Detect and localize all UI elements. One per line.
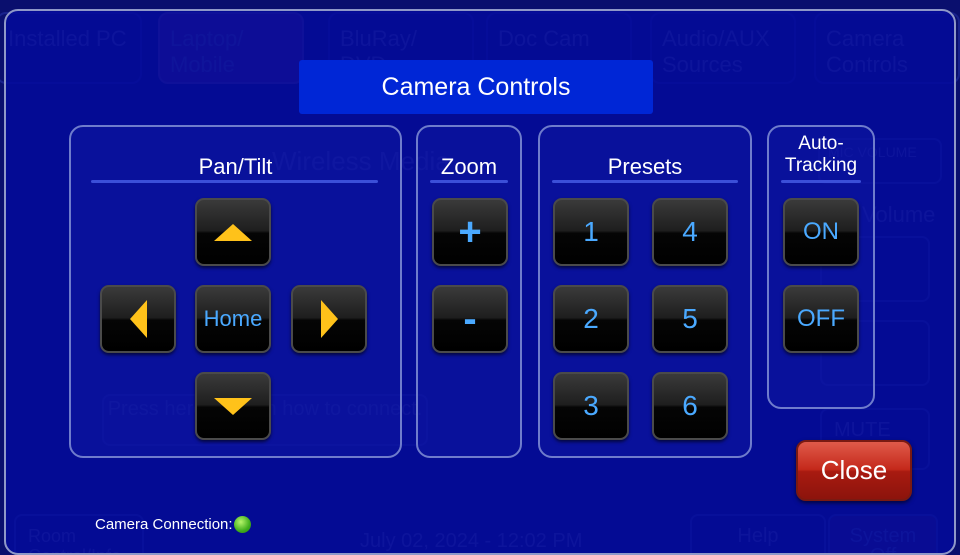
pan-tilt-heading: Pan/Tilt (198, 154, 273, 179)
arrow-down-icon (214, 397, 252, 415)
connection-status-dot-icon (233, 516, 251, 533)
pan-tilt-divider (91, 180, 378, 183)
auto-tracking-off-button[interactable]: OFF (783, 285, 859, 353)
preset-4-button[interactable]: 4 (652, 198, 728, 266)
close-button[interactable]: Close (796, 440, 912, 501)
preset-6-label: 6 (682, 390, 698, 421)
auto-tracking-divider (781, 180, 861, 183)
camera-connection-label: Camera Connection: (95, 516, 233, 533)
zoom-divider (430, 180, 508, 183)
preset-1-label: 1 (583, 216, 599, 247)
auto-tracking-on-label: ON (803, 218, 839, 245)
modal-title: Camera Controls (299, 60, 653, 114)
preset-2-label: 2 (583, 303, 599, 334)
tilt-down-button[interactable] (195, 372, 271, 440)
arrow-right-icon (320, 300, 338, 338)
preset-5-button[interactable]: 5 (652, 285, 728, 353)
auto-tracking-heading: Auto-Tracking (784, 133, 858, 176)
presets-divider (552, 180, 738, 183)
home-label: Home (203, 306, 263, 331)
arrow-left-icon (129, 300, 147, 338)
home-button[interactable]: Home (195, 285, 271, 353)
zoom-in-button[interactable]: + (432, 198, 508, 266)
zoom-out-label: - (463, 296, 477, 341)
preset-5-label: 5 (682, 303, 698, 334)
preset-3-label: 3 (583, 390, 599, 421)
auto-tracking-panel: Auto-Tracking (767, 125, 875, 409)
auto-tracking-off-label: OFF (797, 305, 845, 332)
arrow-up-icon (214, 223, 252, 241)
camera-connection-status: Camera Connection: (95, 516, 251, 533)
auto-tracking-on-button[interactable]: ON (783, 198, 859, 266)
pan-right-button[interactable] (291, 285, 367, 353)
pan-left-button[interactable] (100, 285, 176, 353)
preset-3-button[interactable]: 3 (553, 372, 629, 440)
zoom-in-label: + (458, 209, 482, 254)
preset-4-label: 4 (682, 216, 698, 247)
preset-6-button[interactable]: 6 (652, 372, 728, 440)
tilt-up-button[interactable] (195, 198, 271, 266)
presets-heading: Presets (607, 154, 683, 179)
preset-2-button[interactable]: 2 (553, 285, 629, 353)
zoom-out-button[interactable]: - (432, 285, 508, 353)
preset-1-button[interactable]: 1 (553, 198, 629, 266)
zoom-heading: Zoom (440, 154, 498, 179)
